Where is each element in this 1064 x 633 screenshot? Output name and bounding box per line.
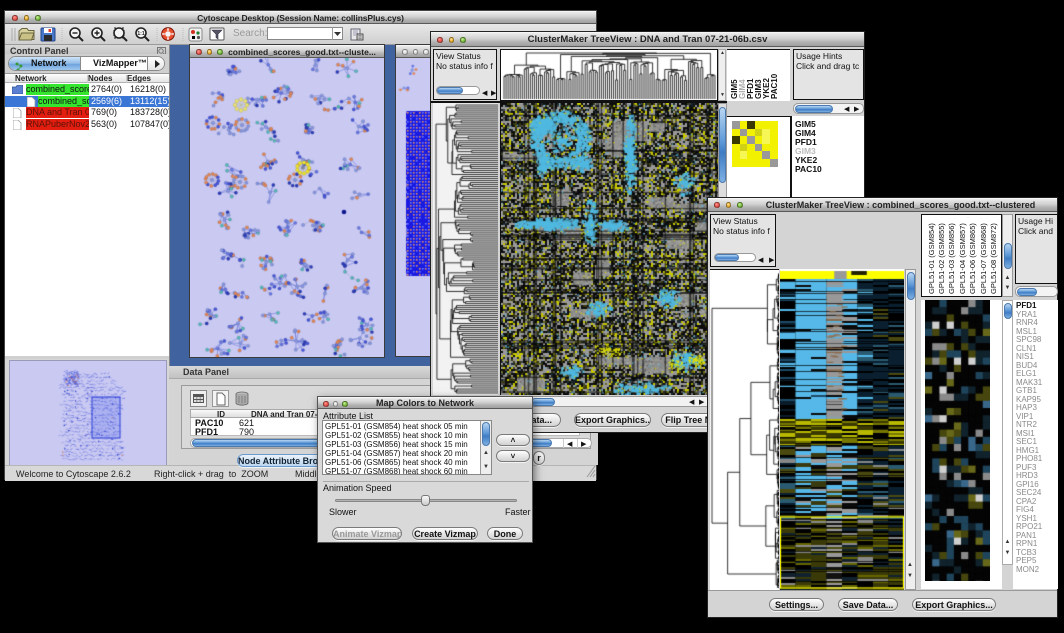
svg-text:1:1: 1:1 [137,31,144,37]
